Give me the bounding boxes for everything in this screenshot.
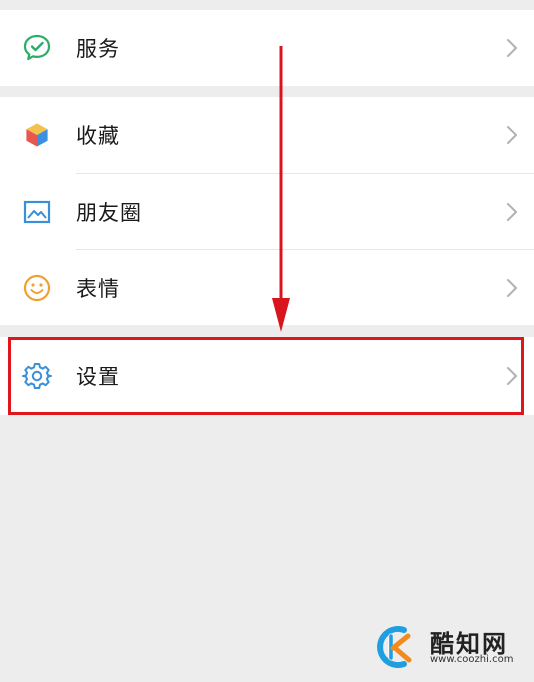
menu-item-services-label: 服务 — [76, 37, 120, 61]
coozhi-logo-icon — [377, 626, 412, 668]
menu-item-stickers-label: 表情 — [76, 276, 120, 301]
watermark: 酷知网 www.coozhi.com — [374, 620, 524, 674]
cube-icon — [25, 122, 49, 148]
chevron-right-icon — [507, 278, 517, 297]
red-down-arrow-annotation — [272, 46, 290, 332]
watermark-url: www.coozhi.com — [430, 654, 514, 665]
chevron-right-icon — [507, 126, 517, 144]
wechat-pay-icon — [23, 34, 51, 61]
settings-highlight-box — [8, 337, 524, 415]
menu-item-moments-label: 朋友圈 — [76, 201, 142, 225]
smiley-icon — [23, 274, 51, 301]
menu-item-favorites-label: 收藏 — [76, 124, 120, 148]
chevron-right-icon — [507, 39, 517, 57]
chevron-right-icon — [507, 203, 517, 221]
image-icon — [23, 200, 51, 224]
